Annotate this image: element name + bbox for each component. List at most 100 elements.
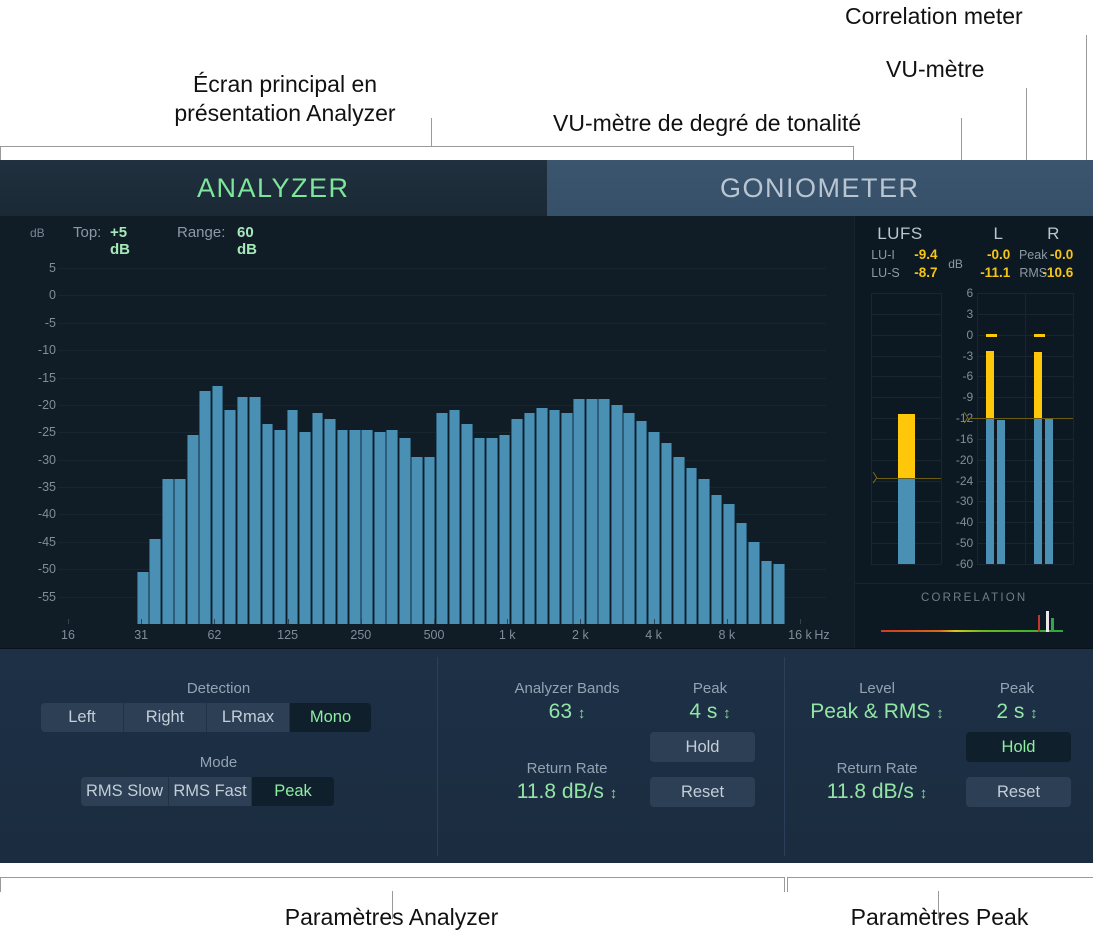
annotation-analyzer-params: Paramètres Analyzer [0,903,783,932]
correlation-meter[interactable]: CORRELATION [855,583,1093,648]
meter-scale-label: 3 [943,307,973,321]
analyzer-gridline [58,378,826,379]
bracket-analyzer-params [0,877,785,892]
lu-i-value: -9.4 [914,247,937,262]
analyzer-band-bar [761,561,773,624]
screenshot-root: Écran principal en présentation Analyzer… [0,0,1093,939]
detection-label: Detection [0,680,437,697]
peak-reset-button[interactable]: Reset [966,777,1071,807]
annotation-main-display-line1: Écran principal en [140,70,430,99]
meter-scale-label: -16 [943,432,973,446]
analyzer-y-label: 5 [0,261,56,275]
analyzer-display[interactable]: dB Top: +5 dB Range: 60 dB 50-5-10-15-20… [0,216,854,648]
analyzer-band-bar [586,399,598,624]
analyzer-y-label: -40 [0,507,56,521]
analyzer-return-rate-label: Return Rate [447,760,687,777]
analyzer-x-label: 8 k [718,628,735,642]
analyzer-band-bar [262,424,274,624]
rms-right-value: -10.6 [1021,265,1073,280]
meter-vertical-line [977,293,978,564]
correlation-min-tick [1038,615,1040,632]
tab-analyzer[interactable]: ANALYZER [0,160,547,216]
chevron-updown-icon[interactable]: ↕ [936,705,944,722]
tab-goniometer[interactable]: GONIOMETER [547,160,1093,216]
meter-scale-label: -6 [943,369,973,383]
peak-return-rate-number: 11.8 dB/s [827,780,914,803]
analyzer-y-label: -35 [0,480,56,494]
meter-vertical-line [941,293,942,564]
meter-panel: LUFS LU-I -9.4 LU-S -8.7 dB L R -0.0 Pea… [854,216,1093,648]
mode-option-rms-fast[interactable]: RMS Fast [169,777,252,806]
lufs-title: LUFS [877,224,922,244]
analyzer-peak-value[interactable]: 4 s ↕ [650,700,770,724]
right-rms-bar-b [1045,419,1053,564]
left-rms-bar-b [997,420,1005,564]
peak-level-value[interactable]: Peak & RMS ↕ [792,700,962,724]
display-row: dB Top: +5 dB Range: 60 dB 50-5-10-15-20… [0,216,1093,648]
analyzer-x-label: 1 k [499,628,516,642]
mode-segmented-control[interactable]: RMS Slow RMS Fast Peak [81,777,334,806]
analyzer-top-label: Top: [73,224,101,241]
peak-return-rate-value[interactable]: 11.8 dB/s ↕ [792,780,962,804]
mode-option-rms-slow[interactable]: RMS Slow [81,777,169,806]
chevron-updown-icon[interactable]: ↕ [1030,705,1038,722]
analyzer-db-unit: dB [30,226,45,240]
analyzer-hold-button[interactable]: Hold [650,732,755,762]
analyzer-x-label: 16 k [788,628,812,642]
analyzer-y-label: -50 [0,562,56,576]
analyzer-band-bar [461,424,473,624]
detection-option-lrmax[interactable]: LRmax [207,703,290,732]
annotation-vu-meter: VU-mètre [886,55,984,84]
peak-hold-button[interactable]: Hold [966,732,1071,762]
detection-option-right[interactable]: Right [124,703,207,732]
analyzer-x-label: 62 [207,628,221,642]
detection-segmented-control[interactable]: Left Right LRmax Mono [41,703,371,732]
annotation-peak-params: Paramètres Peak [787,903,1092,932]
tab-bar: ANALYZER GONIOMETER [0,160,1093,216]
analyzer-x-label: 2 k [572,628,589,642]
analyzer-x-label: 31 [134,628,148,642]
chevron-updown-icon[interactable]: ↕ [578,705,586,722]
mode-option-peak[interactable]: Peak [252,777,334,806]
analyzer-band-bar [611,405,623,624]
chevron-updown-icon[interactable]: ↕ [723,705,731,722]
analyzer-band-bar [449,410,461,624]
detection-option-mono[interactable]: Mono [290,703,371,732]
meter-gridline [977,564,1073,565]
analyzer-band-bar [524,413,536,624]
analyzer-x-tick [727,619,728,624]
analyzer-band-bar [212,386,224,624]
analyzer-x-label: 250 [350,628,371,642]
lufs-threshold-arrow-icon[interactable]: 〉 [872,472,884,484]
analyzer-band-bar [324,419,336,624]
analyzer-band-bar [137,572,149,624]
analyzer-band-bar [698,479,710,624]
analyzer-x-label: 4 k [645,628,662,642]
detection-option-left[interactable]: Left [41,703,124,732]
analyzer-band-bar [299,432,311,624]
analyzer-range-label: Range: [177,224,225,241]
meter-gridline [871,564,941,565]
chevron-updown-icon[interactable]: ↕ [610,785,618,802]
left-peak-hold-tick [986,334,997,337]
rms-left-value: -11.1 [960,265,1010,280]
analyzer-band-bar [573,399,585,624]
meter-scale-label: -30 [943,494,973,508]
analyzer-x-label: 125 [277,628,298,642]
lr-threshold-arrow-icon[interactable]: 〉 [963,412,975,424]
analyzer-top-value[interactable]: +5 dB [110,224,130,258]
meter-vertical-line [871,293,872,564]
analyzer-range-value[interactable]: 60 dB [237,224,257,258]
analyzer-band-bar [374,432,386,624]
analyzer-band-bar [312,413,324,624]
mode-label: Mode [0,754,437,771]
analyzer-x-tick [800,619,801,624]
chevron-updown-icon[interactable]: ↕ [920,785,928,802]
analyzer-band-bar [549,410,561,624]
meter-scale-label: -3 [943,349,973,363]
analyzer-reset-button[interactable]: Reset [650,777,755,807]
peak-time-value[interactable]: 2 s ↕ [962,700,1072,724]
analyzer-band-bar [623,413,635,624]
peak-time-label: Peak [962,680,1072,697]
peak-return-rate-label: Return Rate [792,760,962,777]
